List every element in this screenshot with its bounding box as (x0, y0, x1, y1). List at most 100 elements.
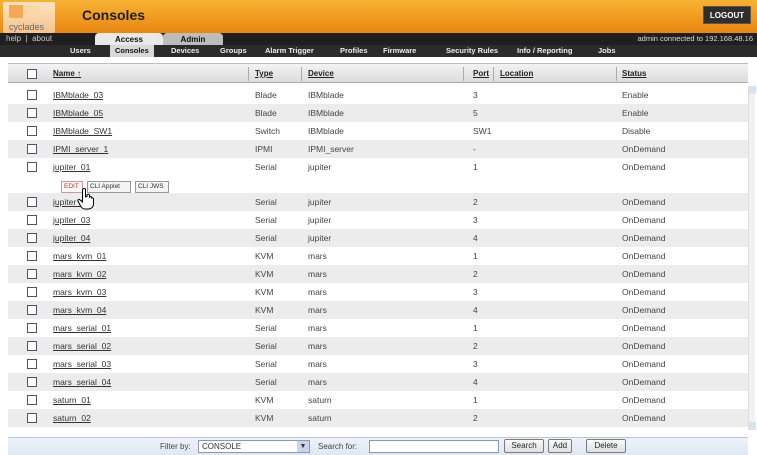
logout-button[interactable]: LOGOUT (703, 6, 751, 24)
table-row[interactable]: mars_serial_01 Serial mars 1 OnDemand (8, 319, 748, 337)
subnav-profiles[interactable]: Profiles (340, 45, 368, 57)
link-separator: | (25, 34, 28, 43)
console-port: 2 (473, 197, 478, 207)
subnav-devices[interactable]: Devices (171, 45, 199, 57)
row-checkbox[interactable] (27, 90, 37, 100)
row-checkbox[interactable] (27, 197, 37, 207)
subnav-consoles[interactable]: Consoles (110, 45, 154, 57)
row-checkbox[interactable] (27, 359, 37, 369)
row-checkbox[interactable] (27, 395, 37, 405)
row-checkbox[interactable] (27, 341, 37, 351)
cli-jws-button[interactable]: CLI JWS (135, 181, 169, 193)
row-checkbox[interactable] (27, 233, 37, 243)
delete-button[interactable]: Delete (586, 439, 626, 453)
console-device: IBMblade (308, 108, 344, 118)
console-type: KVM (255, 269, 274, 279)
col-device[interactable]: Device (308, 69, 334, 78)
console-type: Serial (255, 323, 277, 333)
subnav-groups[interactable]: Groups (220, 45, 247, 57)
console-port: 4 (473, 305, 478, 315)
subnav-security-rules[interactable]: Security Rules (446, 45, 498, 57)
table-row[interactable]: IBMblade_SW1 Switch IBMblade SW1 Disable (8, 122, 748, 140)
row-checkbox[interactable] (27, 287, 37, 297)
row-checkbox[interactable] (27, 144, 37, 154)
console-name-link[interactable]: jupiter_01 (53, 162, 90, 172)
console-name-link[interactable]: jupiter_03 (53, 215, 90, 225)
table-row[interactable]: mars_kvm_01 KVM mars 1 OnDemand (8, 247, 748, 265)
col-status[interactable]: Status (622, 69, 646, 78)
console-name-link[interactable]: IPMI_server_1 (53, 144, 108, 154)
table-row[interactable]: IBMblade_05 Blade IBMblade 5 Enable (8, 104, 748, 122)
table-row[interactable]: IPMI_server_1 IPMI IPMI_server - OnDemand (8, 140, 748, 158)
subnav-jobs[interactable]: Jobs (598, 45, 616, 57)
add-button[interactable]: Add (548, 439, 572, 453)
table-row[interactable]: mars_serial_03 Serial mars 3 OnDemand (8, 355, 748, 373)
console-name-link[interactable]: mars_kvm_01 (53, 251, 106, 261)
row-checkbox[interactable] (27, 377, 37, 387)
console-type: Switch (255, 126, 281, 136)
table-row[interactable]: mars_kvm_02 KVM mars 2 OnDemand (8, 265, 748, 283)
search-button[interactable]: Search (504, 439, 544, 453)
console-name-link[interactable]: IBMblade_SW1 (53, 126, 112, 136)
table-row[interactable]: mars_kvm_04 KVM mars 4 OnDemand (8, 301, 748, 319)
console-name-link[interactable]: saturn_01 (53, 395, 91, 405)
scroll-down-icon[interactable] (749, 422, 756, 430)
col-port[interactable]: Port (473, 69, 489, 78)
subnav-firmware[interactable]: Firmware (383, 45, 416, 57)
subnav-users[interactable]: Users (70, 45, 91, 57)
console-type: Serial (255, 215, 277, 225)
console-device: mars (308, 305, 327, 315)
search-input[interactable] (369, 440, 499, 453)
subnav-alarm-trigger[interactable]: Alarm Trigger (265, 45, 314, 57)
console-name-link[interactable]: mars_serial_02 (53, 341, 111, 351)
row-checkbox[interactable] (27, 305, 37, 315)
about-link[interactable]: about (32, 34, 52, 43)
console-name-link[interactable]: mars_kvm_02 (53, 269, 106, 279)
scroll-up-icon[interactable] (749, 86, 756, 94)
table-row[interactable]: IBMblade_03 Blade IBMblade 3 Enable (8, 86, 748, 104)
chevron-down-icon[interactable]: ▼ (297, 441, 309, 452)
console-device: jupiter (308, 233, 332, 243)
row-checkbox[interactable] (27, 126, 37, 136)
table-row[interactable]: jupiter_02 Serial jupiter 2 OnDemand (8, 193, 748, 211)
console-name-link[interactable]: mars_serial_01 (53, 323, 111, 333)
table-row[interactable]: mars_serial_02 Serial mars 2 OnDemand (8, 337, 748, 355)
table-row[interactable]: saturn_02 KVM saturn 2 OnDemand (8, 409, 748, 427)
console-type: Serial (255, 359, 277, 369)
select-all-checkbox[interactable] (27, 69, 37, 79)
console-name-link[interactable]: mars_serial_03 (53, 359, 111, 369)
console-name-link[interactable]: mars_serial_04 (53, 377, 111, 387)
row-checkbox[interactable] (27, 269, 37, 279)
table-row[interactable]: mars_kvm_03 KVM mars 3 OnDemand (8, 283, 748, 301)
table-row[interactable]: jupiter_03 Serial jupiter 3 OnDemand (8, 211, 748, 229)
row-checkbox[interactable] (27, 215, 37, 225)
subnav-info-reporting[interactable]: Info / Reporting (517, 45, 572, 57)
row-checkbox[interactable] (27, 251, 37, 261)
console-device: jupiter (308, 162, 332, 172)
console-name-link[interactable]: jupiter_04 (53, 233, 90, 243)
console-name-link[interactable]: IBMblade_03 (53, 90, 103, 100)
console-name-link[interactable]: IBMblade_05 (53, 108, 103, 118)
col-location[interactable]: Location (500, 69, 533, 78)
help-link[interactable]: help (6, 34, 21, 43)
row-checkbox[interactable] (27, 323, 37, 333)
console-device: IBMblade (308, 90, 344, 100)
console-status: OnDemand (622, 197, 666, 207)
table-row[interactable]: mars_serial_04 Serial mars 4 OnDemand (8, 373, 748, 391)
console-type: Serial (255, 341, 277, 351)
table-row[interactable]: jupiter_04 Serial jupiter 4 OnDemand (8, 229, 748, 247)
hand-cursor-icon (77, 188, 94, 210)
console-name-link[interactable]: mars_kvm_03 (53, 287, 106, 297)
console-name-link[interactable]: mars_kvm_04 (53, 305, 106, 315)
console-name-link[interactable]: saturn_02 (53, 413, 91, 423)
row-checkbox[interactable] (27, 108, 37, 118)
row-checkbox[interactable] (27, 162, 37, 172)
col-name[interactable]: Name ↑ (53, 69, 81, 78)
row-checkbox[interactable] (27, 413, 37, 423)
col-type[interactable]: Type (255, 69, 273, 78)
filter-select[interactable]: CONSOLE ▼ (198, 440, 310, 453)
console-device: IPMI_server (308, 144, 354, 154)
table-row[interactable]: saturn_01 KVM saturn 1 OnDemand (8, 391, 748, 409)
vertical-scrollbar[interactable] (748, 86, 756, 430)
console-device: mars (308, 341, 327, 351)
